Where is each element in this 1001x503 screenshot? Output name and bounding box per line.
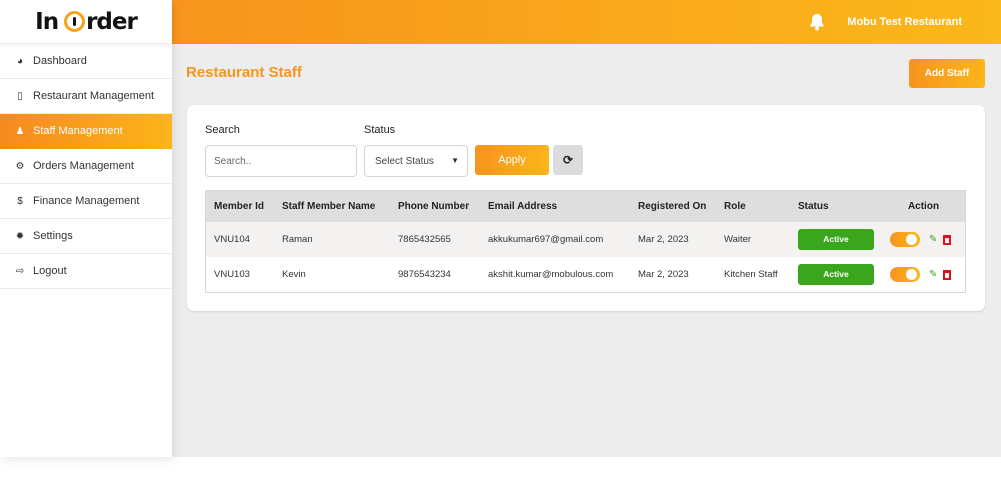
sidebar-item-logout[interactable]: ⇨ Logout <box>0 254 172 289</box>
status-badge: Active <box>798 229 874 250</box>
sidebar-item-label: Orders Management <box>33 160 134 172</box>
email-address: akshit.kumar@mobulous.com <box>488 269 614 280</box>
member-id: VNU103 <box>214 269 250 280</box>
role: Kitchen Staff <box>724 269 778 280</box>
registered-on: Mar 2, 2023 <box>638 269 689 280</box>
chevron-down-icon: ▼ <box>451 156 459 165</box>
refresh-button[interactable]: ⟳ <box>553 145 583 175</box>
refresh-icon: ⟳ <box>562 153 574 167</box>
col-staff-name: Staff Member Name <box>282 201 376 212</box>
main-content: Restaurant Staff Add Staff Search Status… <box>172 44 1001 457</box>
table-row: VNU103 Kevin 9876543234 akshit.kumar@mob… <box>206 257 965 292</box>
person-icon: ♟ <box>15 125 25 137</box>
enable-toggle[interactable] <box>890 267 920 282</box>
edit-icon[interactable]: ✎ <box>929 234 937 245</box>
sidebar-item-label: Logout <box>33 265 67 277</box>
col-status: Status <box>798 201 829 212</box>
registered-on: Mar 2, 2023 <box>638 234 689 245</box>
col-phone: Phone Number <box>398 201 470 212</box>
sidebar-item-dashboard[interactable]: ◕ Dashboard <box>0 44 172 79</box>
sidebar-item-label: Staff Management <box>33 125 123 137</box>
sidebar: In rder ◕ Dashboard ▯ Restaurant Managem… <box>0 0 172 457</box>
status-select[interactable]: Select Status ▼ <box>364 145 468 177</box>
sidebar-nav: ◕ Dashboard ▯ Restaurant Management ♟ St… <box>0 44 172 289</box>
logo-o-icon <box>64 11 86 32</box>
col-email: Email Address <box>488 201 558 212</box>
status-select-value: Select Status <box>375 155 434 167</box>
restaurant-name[interactable]: Mobu Test Restaurant <box>847 16 962 28</box>
delete-icon[interactable] <box>943 234 952 245</box>
sidebar-item-restaurant-management[interactable]: ▯ Restaurant Management <box>0 79 172 114</box>
enable-toggle[interactable] <box>890 232 920 247</box>
search-label: Search <box>205 124 240 136</box>
logo-text-right: rder <box>86 8 138 35</box>
sidebar-item-label: Dashboard <box>33 55 87 67</box>
dashboard-icon: ◕ <box>16 55 24 67</box>
phone-number: 7865432565 <box>398 234 451 245</box>
row-actions: ✎ <box>890 267 965 282</box>
page-title: Restaurant Staff <box>186 64 302 81</box>
top-bar: Mobu Test Restaurant <box>172 0 1001 44</box>
logo-text-left: In <box>35 8 59 35</box>
cogs-icon: ⚙ <box>15 160 25 172</box>
phone-number: 9876543234 <box>398 269 451 280</box>
role: Waiter <box>724 234 752 245</box>
staff-card: Search Status Select Status ▼ Apply ⟳ Me… <box>187 105 985 311</box>
gear-icon: ✹ <box>15 230 25 242</box>
delete-icon[interactable] <box>943 269 952 280</box>
sidebar-item-label: Finance Management <box>33 195 140 207</box>
row-actions: ✎ <box>890 232 965 247</box>
member-id: VNU104 <box>214 234 250 245</box>
logout-icon: ⇨ <box>15 265 25 277</box>
email-address: akkukumar697@gmail.com <box>488 234 604 245</box>
status-label: Status <box>364 124 396 136</box>
dollar-icon: $ <box>17 195 23 207</box>
sidebar-item-staff-management[interactable]: ♟ Staff Management <box>0 114 172 149</box>
search-input[interactable] <box>205 145 357 177</box>
apply-button[interactable]: Apply <box>475 145 549 175</box>
col-role: Role <box>724 201 746 212</box>
col-registered: Registered On <box>638 201 707 212</box>
sidebar-item-finance-management[interactable]: $ Finance Management <box>0 184 172 219</box>
col-member-id: Member Id <box>214 201 265 212</box>
building-icon: ▯ <box>17 90 23 102</box>
logo[interactable]: In rder <box>0 0 172 44</box>
staff-table: Member Id Staff Member Name Phone Number… <box>205 190 966 293</box>
sidebar-item-settings[interactable]: ✹ Settings <box>0 219 172 254</box>
edit-icon[interactable]: ✎ <box>929 269 937 280</box>
sidebar-item-label: Restaurant Management <box>33 90 155 102</box>
table-row: VNU104 Raman 7865432565 akkukumar697@gma… <box>206 222 965 257</box>
logo-text: In rder <box>35 8 138 35</box>
add-staff-button[interactable]: Add Staff <box>909 59 985 88</box>
table-header-row: Member Id Staff Member Name Phone Number… <box>206 191 965 222</box>
staff-name: Raman <box>282 234 313 245</box>
sidebar-item-label: Settings <box>33 230 73 242</box>
staff-name: Kevin <box>282 269 306 280</box>
col-action: Action <box>907 201 940 212</box>
bell-icon[interactable] <box>809 13 825 31</box>
status-badge: Active <box>798 264 874 285</box>
sidebar-item-orders-management[interactable]: ⚙ Orders Management <box>0 149 172 184</box>
